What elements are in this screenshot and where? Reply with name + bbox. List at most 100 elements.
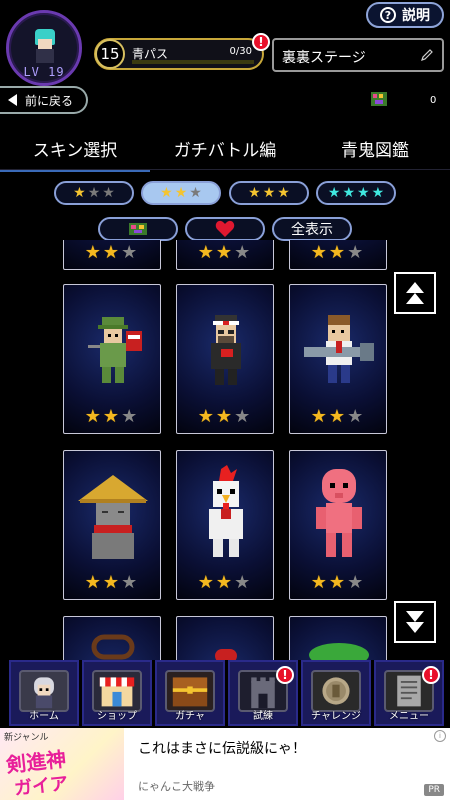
skin-rarity-stars: ★★★ xyxy=(197,242,253,263)
skin-grid: ★★★ ★★★ ★★★ ★★★ ★★★ ★★★ ★★★ ★★★ ★★★ xyxy=(0,240,450,660)
blue-pass-bar[interactable]: 15 青パス 0/30 xyxy=(94,38,264,70)
show-all-label: 全表示 xyxy=(291,222,333,238)
star-icon: ★ xyxy=(160,185,173,201)
partial-sprite xyxy=(91,634,135,660)
star-icon: ★ xyxy=(371,185,385,201)
help-icon: ? xyxy=(380,7,396,23)
shop-icon xyxy=(92,670,142,712)
tab-skin-select[interactable]: スキン選択 xyxy=(0,136,150,172)
star-icon: ★ xyxy=(189,185,202,201)
player-level: LV 19 xyxy=(23,65,65,79)
star-icon: ★ xyxy=(327,185,341,201)
heart-icon xyxy=(215,220,235,237)
ad-thumb-title-2: ガイア xyxy=(13,773,70,800)
nav-shop-label: ショップ xyxy=(97,711,137,722)
headband-man-sprite xyxy=(211,315,241,385)
stage-name: 裏裏ステージ xyxy=(282,50,366,66)
gacha-icon xyxy=(165,670,215,712)
nav-home-button[interactable]: ホーム xyxy=(9,660,79,726)
nav-menu-label: メニュー xyxy=(389,711,429,722)
skin-card-partial[interactable] xyxy=(63,616,161,660)
ad-pr-badge: PR xyxy=(424,784,444,796)
tab-divider xyxy=(0,169,450,170)
rarity-filter-1-star[interactable]: ★ ★ ★ xyxy=(54,181,134,205)
tab-gachi-battle[interactable]: ガチバトル編 xyxy=(150,136,300,161)
ad-headline[interactable]: これはまさに伝説級にゃ！ xyxy=(138,738,306,758)
rarity-filter-2-star[interactable]: ★ ★ ★ xyxy=(141,181,221,205)
up-arrow-icon xyxy=(406,293,424,304)
nav-trial-button[interactable]: 試練 ! xyxy=(228,660,298,726)
nav-menu-button[interactable]: メニュー ! xyxy=(374,660,444,726)
pass-progress-bar xyxy=(132,60,254,64)
tab-aooni-encyclopedia[interactable]: 青鬼図鑑 xyxy=(300,136,450,161)
avatar-body xyxy=(36,49,54,63)
skin-card-bazooka-boy[interactable]: ★★★ xyxy=(289,284,387,434)
stage-name-field[interactable]: 裏裏ステージ xyxy=(272,38,444,72)
filter-item-icon-button[interactable] xyxy=(98,217,178,241)
down-arrow-icon xyxy=(406,622,424,633)
tab-bar: スキン選択 ガチバトル編 青鬼図鑑 xyxy=(0,126,450,172)
ad-banner[interactable]: 新ジャンル 剣進神 ガイア これはまさに伝説級にゃ！ にゃんこ大戦争 i PR xyxy=(0,728,450,800)
rarity-filter-4-star[interactable]: ★ ★ ★ ★ xyxy=(316,181,396,205)
nav-gacha-label: ガチャ xyxy=(175,711,205,722)
explain-button[interactable]: ? 説明 xyxy=(366,2,444,28)
star-icon: ★ xyxy=(87,185,101,201)
skin-card-partial[interactable]: ★★★ xyxy=(63,240,161,270)
nav-home-label: ホーム xyxy=(29,711,59,722)
ad-thumb-small-text: 新ジャンル xyxy=(4,733,49,743)
up-arrow-icon xyxy=(406,282,424,293)
pink-octopus-sprite xyxy=(316,469,362,557)
challenge-coin-icon xyxy=(311,670,361,712)
avatar-face xyxy=(38,39,52,49)
ad-info-icon[interactable]: i xyxy=(434,730,446,742)
nav-trial-label: 試練 xyxy=(253,711,273,722)
skin-rarity-stars: ★★★ xyxy=(310,572,366,593)
bottom-navigation: ホーム ショップ ガチャ 試練 ! チャレンジ メニュー ! xyxy=(0,660,450,728)
skin-card-partial[interactable] xyxy=(176,616,274,660)
nav-gacha-button[interactable]: ガチャ xyxy=(155,660,225,726)
filter-favorite-button[interactable] xyxy=(185,217,265,241)
skin-card-octopus[interactable]: ★★★ xyxy=(289,450,387,600)
star-icon: ★ xyxy=(357,185,370,201)
filter-show-all-button[interactable]: 全表示 xyxy=(272,217,352,241)
home-icon xyxy=(19,670,69,712)
back-arrow-icon xyxy=(8,94,17,106)
skin-card-chicken[interactable]: ★★★ xyxy=(176,450,274,600)
skin-rarity-stars: ★★★ xyxy=(84,406,140,427)
skin-rarity-stars: ★★★ xyxy=(197,572,253,593)
partial-sprite xyxy=(215,649,237,660)
scroll-to-bottom-button[interactable] xyxy=(394,601,436,643)
ad-thumbnail[interactable]: 新ジャンル 剣進神 ガイア xyxy=(0,728,124,800)
explain-label: 説明 xyxy=(402,8,430,24)
green-soldier-sprite xyxy=(88,317,142,383)
rarity-filter-3-star[interactable]: ★ ★ ★ xyxy=(229,181,309,205)
chicken-mask-sprite xyxy=(209,465,243,557)
skin-card-partial[interactable] xyxy=(289,616,387,660)
pixel-item-icon xyxy=(129,223,147,235)
skin-card-partial[interactable]: ★★★ xyxy=(289,240,387,270)
item-count: 0 xyxy=(430,95,437,106)
player-avatar[interactable]: LV 19 xyxy=(6,10,82,86)
star-icon: ★ xyxy=(73,185,86,201)
star-icon: ★ xyxy=(277,185,290,201)
skin-rarity-stars: ★★★ xyxy=(84,242,140,263)
back-button[interactable]: 前に戻る xyxy=(0,86,88,114)
bazooka-boy-sprite xyxy=(304,315,374,383)
skin-card-headband-man[interactable]: ★★★ xyxy=(176,284,274,434)
skin-card-jizo[interactable]: ★★★ xyxy=(63,450,161,600)
item-pixel-icon xyxy=(371,92,387,106)
skin-card-partial[interactable]: ★★★ xyxy=(176,240,274,270)
nav-challenge-button[interactable]: チャレンジ xyxy=(301,660,371,726)
ad-source[interactable]: にゃんこ大戦争 xyxy=(138,778,215,794)
back-label: 前に戻る xyxy=(25,93,74,108)
edit-pencil-icon[interactable] xyxy=(420,48,434,62)
menu-alert-badge: ! xyxy=(422,666,440,684)
star-icon: ★ xyxy=(262,185,276,201)
nav-shop-button[interactable]: ショップ xyxy=(82,660,152,726)
scroll-to-top-button[interactable] xyxy=(394,272,436,314)
nav-challenge-label: チャレンジ xyxy=(311,711,361,722)
star-icon: ★ xyxy=(102,185,115,201)
skin-card-green-soldier[interactable]: ★★★ xyxy=(63,284,161,434)
star-icon: ★ xyxy=(248,185,261,201)
pass-count: 0/30 xyxy=(229,46,252,57)
